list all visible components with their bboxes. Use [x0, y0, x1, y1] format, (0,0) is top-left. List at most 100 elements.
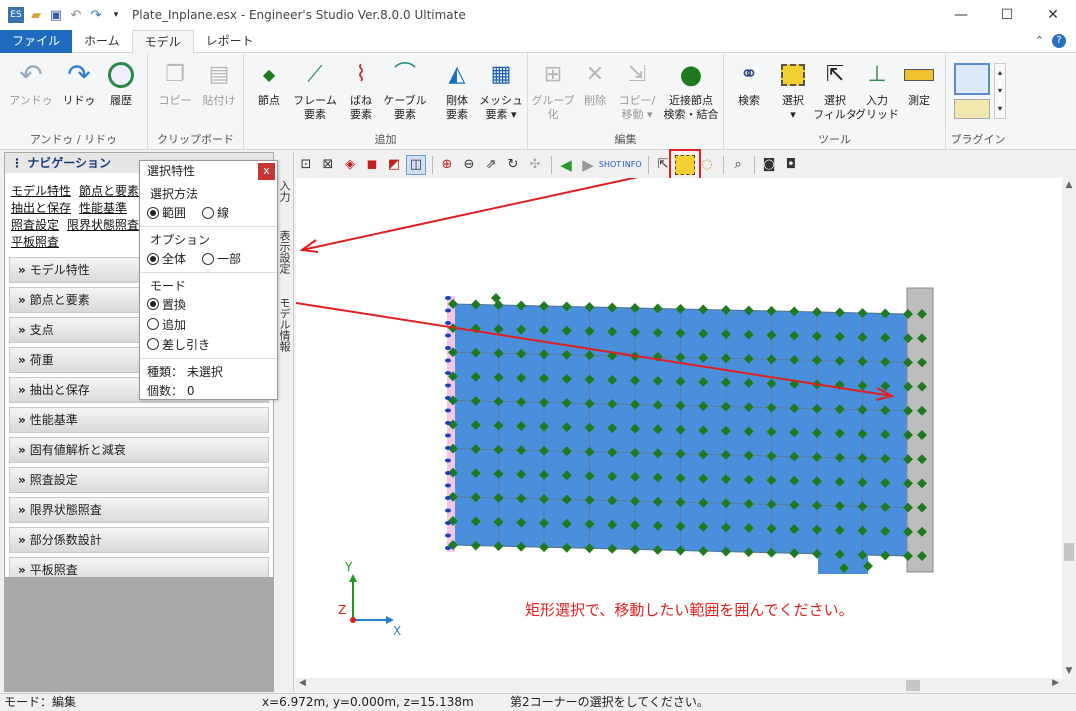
camera-icon[interactable]: ◙	[759, 155, 779, 175]
near-node-merge-button[interactable]: ● 近接節点 検索・結合	[662, 59, 720, 122]
mode-add-radio[interactable]: 追加	[140, 314, 277, 334]
back-icon[interactable]: ◀	[556, 155, 576, 175]
method-range-radio[interactable]: 範囲	[147, 204, 186, 221]
delete-button[interactable]: ✕ 削除	[572, 59, 618, 108]
view-yz-icon[interactable]: ◩	[384, 155, 404, 175]
model-canvas[interactable]: Y X Z 矩形選択で、移動したい範囲を囲んでください。	[295, 171, 1062, 678]
undo-button[interactable]: ↶ アンドゥ	[8, 59, 54, 108]
nav-link-limit-state[interactable]: 限界状態照査	[67, 218, 139, 232]
close-button[interactable]: ✕	[1030, 0, 1076, 30]
popup-close-button[interactable]: x	[258, 163, 275, 180]
select-button[interactable]: 選択 ▾	[770, 59, 816, 122]
orbit-icon[interactable]: ✣	[525, 155, 545, 175]
scroll-up-icon[interactable]: ▲	[1062, 180, 1076, 190]
option-part-radio[interactable]: 一部	[202, 250, 241, 267]
plugin-gallery-item-2[interactable]	[954, 99, 990, 119]
nav-link-nodes[interactable]: 節点と要素	[79, 184, 139, 198]
scroll-down-icon[interactable]: ▼	[1062, 666, 1076, 676]
spring-icon: ⌇	[355, 62, 367, 87]
redo-icon[interactable]: ↷	[88, 7, 104, 23]
rigid-element-button[interactable]: ◭ 剛体 要素	[434, 59, 480, 122]
tab-file[interactable]: ファイル	[0, 30, 73, 53]
nav-section-limit-state[interactable]: » 限界状態照査	[9, 497, 269, 523]
view-3d-icon[interactable]: ◈	[340, 155, 360, 175]
group-label-plugin: プラグイン	[950, 133, 1006, 146]
side-tab-model-info[interactable]: モデル情報	[276, 297, 292, 352]
fit-view-icon[interactable]: ⊡	[296, 155, 316, 175]
nav-section-check-settings[interactable]: » 照査設定	[9, 467, 269, 493]
horizontal-scroll-thumb[interactable]	[906, 680, 920, 691]
measure-button[interactable]: 測定	[896, 59, 942, 108]
frame-element-button[interactable]: ⟋ フレーム 要素	[292, 59, 338, 122]
redo-button[interactable]: ↷ リドゥ	[56, 59, 102, 108]
open-folder-icon[interactable]: ▰	[28, 7, 44, 23]
zoom-window-icon[interactable]: ⊕	[437, 155, 457, 175]
shot-icon[interactable]: SHOT	[599, 155, 621, 175]
ribbon-tabs: ファイル ホーム モデル レポート ⌃ ?	[0, 30, 1076, 54]
app-logo-icon[interactable]: ES	[8, 7, 24, 23]
option-all-radio[interactable]: 全体	[147, 250, 186, 267]
scroll-left-icon[interactable]: ◀	[299, 678, 306, 688]
minimize-button[interactable]: —	[938, 0, 984, 30]
tab-home[interactable]: ホーム	[72, 30, 132, 53]
find-icon[interactable]: ⌕	[728, 155, 748, 175]
scroll-right-icon[interactable]: ▶	[1052, 678, 1059, 688]
rotate-icon[interactable]: ↻	[503, 155, 523, 175]
nav-link-model-props[interactable]: モデル特性	[11, 184, 71, 198]
side-tab-input[interactable]: 入力	[276, 180, 292, 202]
maximize-button[interactable]: ☐	[984, 0, 1030, 30]
forward-icon[interactable]: ▶	[578, 155, 598, 175]
group-button[interactable]: ⊞ グループ 化	[530, 59, 576, 122]
pointer-select-icon[interactable]: ⇱	[653, 155, 673, 175]
help-icon[interactable]: ?	[1052, 34, 1066, 48]
select-filter-button[interactable]: ⇱ 選択 フィルタ	[812, 59, 858, 122]
spring-element-button[interactable]: ⌇ ばね 要素	[338, 59, 384, 122]
save-icon[interactable]: ▣	[48, 7, 64, 23]
mode-subtract-radio[interactable]: 差し引き	[140, 334, 277, 354]
nav-section-eigen[interactable]: » 固有値解析と減衰	[9, 437, 269, 463]
info-icon[interactable]: INFO	[622, 155, 642, 175]
quick-access-dropdown-icon[interactable]: ▾	[108, 7, 124, 23]
paste-button[interactable]: ▤ 貼付け	[196, 59, 242, 108]
support-marker	[445, 483, 451, 488]
zoom-out-icon[interactable]: ⊖	[459, 155, 479, 175]
search-button[interactable]: ⚭ 検索	[726, 59, 772, 108]
zoom-fit-icon[interactable]: ⊠	[318, 155, 338, 175]
support-marker	[445, 371, 451, 375]
pan-icon[interactable]: ⇗	[481, 155, 501, 175]
collapse-ribbon-icon[interactable]: ⌃	[1035, 34, 1044, 48]
method-line-radio[interactable]: 線	[202, 204, 229, 221]
nav-link-performance[interactable]: 性能基準	[79, 201, 127, 215]
tab-model[interactable]: モデル	[131, 30, 194, 54]
nav-section-partial-factor[interactable]: » 部分係数設計	[9, 527, 269, 553]
cable-element-button[interactable]: ⌒ ケーブル 要素	[382, 59, 428, 122]
input-grid-button[interactable]: ⊥ 入力 グリッド	[854, 59, 900, 122]
rect-select-icon[interactable]	[669, 148, 701, 181]
nav-link-extract[interactable]: 抽出と保存	[11, 201, 71, 215]
view-xy-icon[interactable]: ◫	[406, 154, 426, 175]
side-tab-display[interactable]: 表示設定	[276, 230, 292, 274]
undo-icon[interactable]: ↶	[68, 7, 84, 23]
view-xz-icon[interactable]: ◼	[362, 155, 382, 175]
axis-label-y: Y	[344, 560, 353, 574]
viewport-vertical-scrollbar[interactable]: ▲ ▼	[1062, 178, 1076, 678]
copy-move-button[interactable]: ⇲ コピー/ 移動 ▾	[614, 59, 660, 122]
gallery-scroll-icon[interactable]: ▴ ▾ ▾	[994, 63, 1006, 119]
tab-report[interactable]: レポート	[194, 30, 266, 53]
vertical-scroll-thumb[interactable]	[1064, 543, 1074, 561]
mode-replace-radio[interactable]: 置換	[140, 294, 277, 314]
copy-move-icon: ⇲	[627, 62, 647, 87]
plugin-gallery-item[interactable]	[954, 63, 990, 95]
mesh-element-button[interactable]: ▦ メッシュ 要素 ▾	[478, 59, 524, 122]
history-button[interactable]: 履歴	[98, 59, 144, 108]
copy-button[interactable]: ❐ コピー	[152, 59, 198, 108]
model-viewport[interactable]: Y X Z 矩形選択で、移動したい範囲を囲んでください。	[295, 171, 1062, 678]
popup-title: 選択特性	[147, 164, 196, 178]
lasso-select-icon[interactable]: ◌	[697, 155, 717, 175]
nav-section-performance[interactable]: » 性能基準	[9, 407, 269, 433]
node-button[interactable]: ◆ 節点	[246, 59, 292, 108]
nav-link-plate-check[interactable]: 平板照査	[11, 235, 59, 249]
nav-link-check-settings[interactable]: 照査設定	[11, 218, 59, 232]
camera-settings-icon[interactable]: ◘	[781, 155, 801, 175]
viewport-horizontal-scrollbar[interactable]: ◀ ▶	[296, 678, 1062, 693]
